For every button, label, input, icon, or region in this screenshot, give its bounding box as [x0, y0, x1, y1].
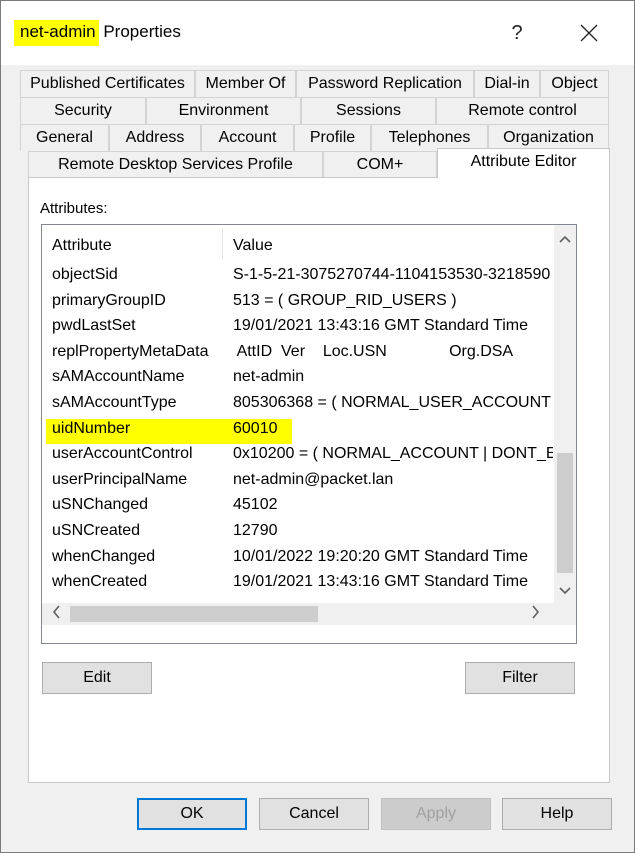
attribute-editor-panel: Attributes: Attribute Value objectSid S-1…	[28, 177, 610, 783]
tab-member-of[interactable]: Member Of	[195, 70, 296, 97]
table-row[interactable]: userAccountControl 0x10200 = ( NORMAL_ACC…	[42, 444, 554, 470]
scroll-down-icon[interactable]	[554, 583, 576, 603]
attribute-name: uSNChanged	[52, 496, 149, 514]
attribute-name: objectSid	[52, 266, 118, 283]
apply-button[interactable]: Apply	[381, 798, 491, 830]
tab-password-replication[interactable]: Password Replication	[296, 70, 474, 97]
attribute-value: 12790	[233, 521, 278, 539]
attribute-name: sAMAccountType	[52, 393, 177, 411]
help-icon[interactable]: ?	[497, 13, 537, 53]
title-object-name: net-admin	[14, 20, 99, 46]
tab-published-certificates[interactable]: Published Certificates	[20, 70, 195, 97]
tab-organization[interactable]: Organization	[488, 124, 609, 151]
tab-remote-control[interactable]: Remote control	[436, 97, 609, 124]
table-row[interactable]: whenChanged 10/01/2022 19:20:20 GMT Stand…	[42, 547, 554, 573]
table-row[interactable]: sAMAccountType 805306368 = ( NORMAL_USER_…	[42, 393, 554, 419]
attribute-value: net-admin@packet.lan	[233, 470, 394, 488]
title-bar[interactable]: net-admin Properties ?	[1, 1, 634, 65]
attribute-value: 19/01/2021 13:43:16 GMT Standard Time	[233, 573, 529, 591]
attributes-list[interactable]: Attribute Value objectSid S-1-5-21-307527…	[41, 224, 577, 644]
tab-security[interactable]: Security	[20, 97, 146, 124]
attribute-value: 60010	[233, 419, 278, 437]
cancel-button[interactable]: Cancel	[259, 798, 369, 830]
attribute-name: uSNCreated	[52, 521, 141, 539]
tab-com-plus[interactable]: COM+	[323, 151, 437, 178]
attribute-value: 805306368 = ( NORMAL_USER_ACCOUNT	[233, 393, 551, 411]
table-row[interactable]: userPrincipalName net-admin@packet.lan	[42, 470, 554, 496]
scroll-up-icon[interactable]	[554, 231, 576, 251]
table-row[interactable]: primaryGroupID 513 = ( GROUP_RID_USERS )	[42, 291, 554, 317]
table-row[interactable]: uSNChanged 45102	[42, 495, 554, 521]
column-header-value[interactable]: Value	[233, 237, 273, 255]
column-header-attribute[interactable]: Attribute	[52, 237, 112, 255]
attribute-name: replPropertyMetaData	[52, 342, 209, 360]
attribute-name: userPrincipalName	[52, 470, 188, 488]
attribute-name: userAccountControl	[52, 445, 193, 463]
tab-remote-desktop-services-profile[interactable]: Remote Desktop Services Profile	[28, 151, 323, 178]
table-row[interactable]: sAMAccountName net-admin	[42, 367, 554, 393]
help-button[interactable]: Help	[502, 798, 612, 830]
table-row-uidnumber[interactable]: uidNumber 60010	[42, 418, 554, 445]
vertical-scroll-thumb[interactable]	[557, 453, 573, 573]
title-suffix: Properties	[103, 22, 181, 41]
table-row[interactable]: whenCreated 19/01/2021 13:43:16 GMT Stand…	[42, 572, 554, 598]
ok-button[interactable]: OK	[137, 798, 247, 830]
attribute-name: whenCreated	[52, 573, 148, 591]
attribute-value: 513 = ( GROUP_RID_USERS )	[233, 291, 457, 309]
attribute-value: 10/01/2022 19:20:20 GMT Standard Time	[233, 547, 529, 565]
scroll-right-icon[interactable]	[526, 605, 546, 623]
edit-button[interactable]: Edit	[42, 662, 152, 694]
attribute-value: 19/01/2021 13:43:16 GMT Standard Time	[233, 317, 529, 335]
attribute-name: whenChanged	[52, 547, 156, 565]
tab-attribute-editor[interactable]: Attribute Editor	[437, 148, 610, 178]
attribute-value: net-admin	[233, 368, 305, 386]
attribute-name: primaryGroupID	[52, 291, 166, 309]
list-header: Attribute Value	[42, 225, 554, 265]
attribute-value: 0x10200 = ( NORMAL_ACCOUNT | DONT_E	[233, 445, 553, 463]
tab-dial-in[interactable]: Dial-in	[474, 70, 540, 97]
tab-address[interactable]: Address	[109, 124, 201, 151]
attribute-rows: objectSid S-1-5-21-3075270744-1104153530-…	[42, 265, 554, 598]
attribute-value: 45102	[233, 496, 278, 514]
scroll-left-icon[interactable]	[46, 605, 66, 623]
attribute-name: uidNumber	[52, 419, 131, 437]
tab-profile[interactable]: Profile	[294, 124, 371, 151]
tab-general[interactable]: General	[20, 124, 109, 151]
attribute-name: sAMAccountName	[52, 368, 185, 386]
filter-button[interactable]: Filter	[465, 662, 575, 694]
table-row[interactable]: objectSid S-1-5-21-3075270744-1104153530-…	[42, 265, 554, 291]
tab-telephones[interactable]: Telephones	[371, 124, 488, 151]
tab-sessions[interactable]: Sessions	[301, 97, 436, 124]
table-row[interactable]: uSNCreated 12790	[42, 521, 554, 547]
table-row[interactable]: replPropertyMetaData AttID Ver Loc.USN O…	[42, 342, 554, 368]
attributes-label: Attributes:	[40, 200, 108, 217]
column-divider[interactable]	[222, 229, 223, 259]
window-title: net-admin Properties	[14, 20, 181, 46]
attribute-value: S-1-5-21-3075270744-1104153530-3218590	[233, 266, 551, 283]
attribute-value: AttID Ver Loc.USN Org.DSA	[233, 342, 514, 360]
close-icon[interactable]	[567, 13, 611, 53]
properties-dialog: net-admin Properties ? Published Certifi…	[0, 0, 635, 853]
table-row[interactable]: pwdLastSet 19/01/2021 13:43:16 GMT Standa…	[42, 316, 554, 342]
horizontal-scroll-thumb[interactable]	[70, 606, 318, 622]
scrollbar-corner	[554, 603, 576, 625]
tab-environment[interactable]: Environment	[146, 97, 301, 124]
tab-account[interactable]: Account	[201, 124, 294, 151]
vertical-scrollbar[interactable]	[554, 225, 576, 603]
attribute-name: pwdLastSet	[52, 317, 136, 335]
horizontal-scrollbar[interactable]	[42, 603, 576, 625]
tab-object[interactable]: Object	[540, 70, 609, 97]
